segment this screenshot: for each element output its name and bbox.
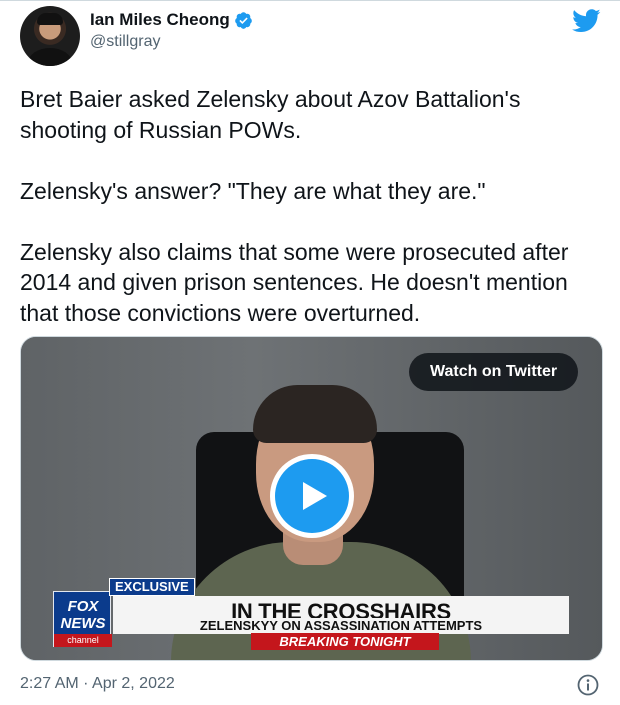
- video-player[interactable]: Watch on Twitter FOX NEWS channel EXCLUS…: [20, 336, 603, 661]
- author-avatar[interactable]: [20, 6, 80, 66]
- play-button[interactable]: [270, 454, 354, 538]
- watch-on-twitter-button[interactable]: Watch on Twitter: [409, 353, 579, 391]
- fox-news-logo: FOX NEWS channel: [53, 591, 112, 647]
- exclusive-tag: EXCLUSIVE: [109, 578, 195, 596]
- info-icon[interactable]: [576, 673, 600, 697]
- play-icon: [303, 482, 327, 510]
- author-display-name[interactable]: Ian Miles Cheong: [90, 10, 230, 30]
- author-handle[interactable]: @stillgray: [90, 33, 253, 51]
- tweet-card[interactable]: Ian Miles Cheong @stillgray Bret Baier a…: [0, 0, 620, 705]
- chyron-subline: ZELENSKYY ON ASSASSINATION ATTEMPTS: [113, 618, 569, 634]
- tweet-timestamp[interactable]: 2:27 AM · Apr 2, 2022: [20, 675, 175, 693]
- twitter-bird-icon[interactable]: [572, 9, 601, 33]
- tweet-text: Bret Baier asked Zelensky about Azov Bat…: [20, 86, 569, 326]
- verified-badge-icon: [234, 11, 252, 29]
- breaking-banner: BREAKING TONIGHT: [251, 633, 439, 650]
- author-info[interactable]: Ian Miles Cheong @stillgray: [90, 10, 253, 51]
